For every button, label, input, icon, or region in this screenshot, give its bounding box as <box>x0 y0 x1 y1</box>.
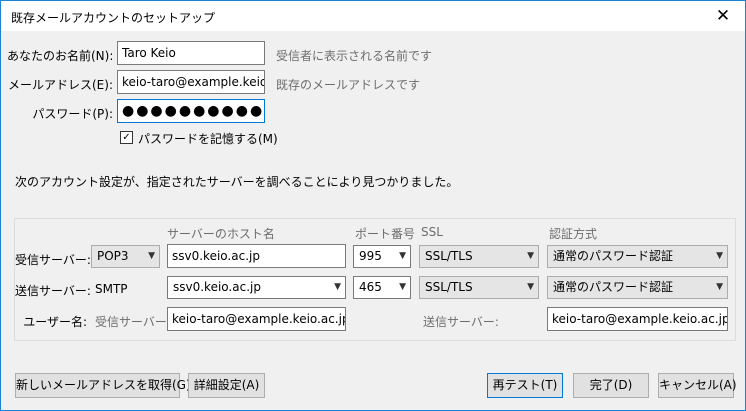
username-outgoing-label: 送信サーバー: <box>423 315 499 329</box>
chevron-down-icon: ▼ <box>527 282 534 292</box>
window-title: 既存メールアカウントのセットアップ <box>11 11 216 25</box>
name-hint: 受信者に表示される名前です <box>276 49 433 63</box>
column-header-auth: 認証方式 <box>549 227 598 241</box>
name-label: あなたのお名前(N): <box>7 49 114 63</box>
incoming-protocol-select[interactable]: POP3 ▼ <box>91 245 160 268</box>
advanced-settings-button[interactable]: 詳細設定(A) <box>188 373 265 398</box>
chevron-down-icon: ▼ <box>399 282 406 292</box>
incoming-host-input[interactable]: ssv0.keio.ac.jp <box>167 244 346 268</box>
outgoing-auth-value: 通常のパスワード認証 <box>553 280 674 294</box>
chevron-down-icon: ▼ <box>148 251 155 261</box>
status-message: 次のアカウント設定が、指定されたサーバーを調べることにより見つかりました。 <box>15 175 459 189</box>
incoming-port-value: 995 <box>359 249 382 263</box>
username-incoming-label: 受信サーバー: <box>95 315 171 329</box>
outgoing-ssl-value: SSL/TLS <box>425 280 473 294</box>
name-input[interactable]: Taro Keio <box>117 41 265 65</box>
outgoing-ssl-select[interactable]: SSL/TLS ▼ <box>419 276 539 299</box>
chevron-down-icon: ▼ <box>399 251 406 261</box>
incoming-ssl-value: SSL/TLS <box>425 249 473 263</box>
cancel-button[interactable]: キャンセル(A) <box>658 373 737 398</box>
close-button[interactable]: ✕ <box>701 1 745 31</box>
close-icon: ✕ <box>715 6 731 26</box>
incoming-auth-select[interactable]: 通常のパスワード認証 ▼ <box>547 245 728 268</box>
email-input[interactable]: keio-taro@example.keio.ac <box>117 70 265 94</box>
dialog-window: 既存メールアカウントのセットアップ ✕ あなたのお名前(N): Taro Kei… <box>0 0 746 411</box>
username-label: ユーザー名: <box>23 315 87 329</box>
title-bar: 既存メールアカウントのセットアップ ✕ <box>1 1 745 31</box>
remember-password-checkbox[interactable]: ✓ <box>120 131 133 144</box>
chevron-down-icon: ▼ <box>716 282 723 292</box>
outgoing-username-input[interactable]: keio-taro@example.keio.ac.jp <box>547 307 728 331</box>
incoming-port-select[interactable]: 995 ▼ <box>353 245 411 268</box>
incoming-protocol-value: POP3 <box>97 249 129 263</box>
chevron-down-icon: ▼ <box>716 251 723 261</box>
incoming-auth-value: 通常のパスワード認証 <box>553 249 674 263</box>
chevron-down-icon: ▼ <box>334 282 341 292</box>
outgoing-port-value: 465 <box>359 280 382 294</box>
incoming-username-input[interactable]: keio-taro@example.keio.ac.jp <box>167 307 346 331</box>
password-input[interactable]: ●●●●●●●●●● <box>117 99 265 123</box>
outgoing-protocol: SMTP <box>95 282 128 296</box>
get-new-address-button[interactable]: 新しいメールアドレスを取得(G)... <box>15 373 202 398</box>
outgoing-auth-select[interactable]: 通常のパスワード認証 ▼ <box>547 276 728 299</box>
outgoing-server-label: 送信サーバー: <box>15 284 91 298</box>
password-label: パスワード(P): <box>32 107 113 121</box>
outgoing-host-select[interactable]: ssv0.keio.ac.jp ▼ <box>167 276 346 299</box>
email-hint: 既存のメールアドレスです <box>276 78 421 92</box>
column-header-ssl: SSL <box>421 225 443 239</box>
incoming-server-label: 受信サーバー: <box>15 253 91 267</box>
outgoing-host-value: ssv0.keio.ac.jp <box>173 280 261 294</box>
remember-password-label[interactable]: パスワードを記憶する(M) <box>138 130 278 147</box>
done-button[interactable]: 完了(D) <box>573 373 649 398</box>
retest-button[interactable]: 再テスト(T) <box>487 373 563 398</box>
incoming-ssl-select[interactable]: SSL/TLS ▼ <box>419 245 539 268</box>
email-label: メールアドレス(E): <box>8 78 113 92</box>
chevron-down-icon: ▼ <box>527 251 534 261</box>
outgoing-port-select[interactable]: 465 ▼ <box>353 276 411 299</box>
column-header-host: サーバーのホスト名 <box>167 227 275 241</box>
column-header-port: ポート番号 <box>355 227 416 241</box>
